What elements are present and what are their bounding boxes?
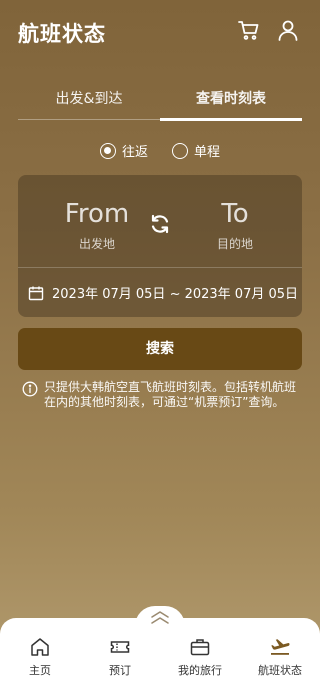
home-icon [31,638,49,656]
destination-selector[interactable]: To 目的地 [180,175,290,252]
tab-timetable[interactable]: 查看时刻表 [160,88,302,108]
tab-departures-arrivals[interactable]: 出发&到达 [18,88,160,108]
date-selector[interactable]: 2023年 07月 05日 ~ 2023年 07月 05日 [28,283,298,302]
chevron-up-icon[interactable] [148,609,172,625]
nav-label-booking: 预订 [109,664,131,677]
suitcase-icon [190,639,210,656]
search-button[interactable]: 搜索 [18,328,302,370]
destination-code: To [221,199,249,229]
nav-item-my-trips[interactable]: 我的旅行 [160,636,240,678]
bottom-navigation: 主页 预订 我的旅行 航班状态 [0,606,320,683]
route-card: From 出发地 To 目的地 2023年 07月 05日 ~ 2023年 07… [18,175,302,317]
cart-icon[interactable] [237,18,261,42]
nav-label-home: 主页 [29,664,51,677]
ticket-icon [110,641,130,653]
origin-label: 出发地 [78,237,115,251]
trip-type-selector: 往返 单程 [0,141,320,161]
nav-item-flight-status[interactable]: 航班状态 [240,636,320,678]
round-trip-radio[interactable]: 往返 [100,141,148,160]
round-trip-label: 往返 [122,145,149,160]
one-way-label: 单程 [194,145,221,160]
active-tab-indicator [160,118,302,121]
app-header: 航班状态 [0,0,320,62]
origin-selector[interactable]: From 出发地 [42,175,152,252]
calendar-icon [28,286,44,300]
origin-code: From [64,199,130,229]
nav-item-home[interactable]: 主页 [0,636,80,678]
date-range-text: 2023年 07月 05日 ~ 2023年 07月 05日 [52,287,299,302]
nav-label-my-trips: 我的旅行 [178,664,222,677]
nav-item-booking[interactable]: 预订 [80,636,160,678]
one-way-radio[interactable]: 单程 [172,141,220,160]
notice-text: 只提供大韩航空直飞航班时刻表。包括转机航班在内的其他时刻表，可通过“机票预订”查… [44,380,297,409]
info-icon [22,381,38,397]
destination-label: 目的地 [216,237,253,251]
card-divider [18,267,302,268]
swap-icon[interactable] [148,212,172,236]
mode-tabs: 出发&到达 查看时刻表 [18,84,302,121]
radio-unchecked-icon [172,142,188,159]
user-icon[interactable] [276,18,300,42]
airplane-icon [271,639,290,655]
radio-checked-icon [100,142,116,159]
page-title: 航班状态 [18,22,106,46]
nav-label-flight-status: 航班状态 [258,664,302,677]
